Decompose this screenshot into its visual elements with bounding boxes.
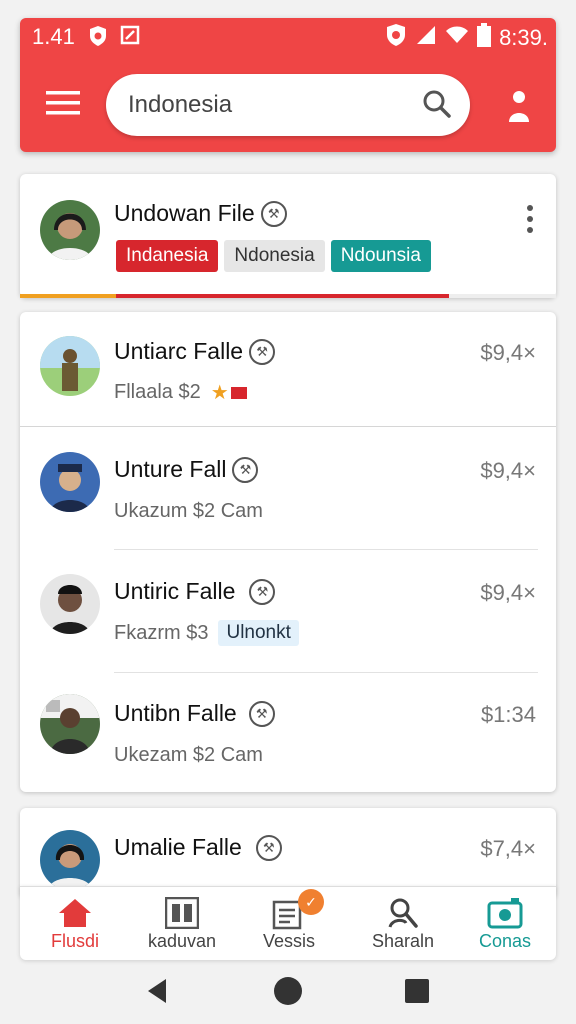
shield-icon <box>88 25 108 53</box>
featured-card[interactable]: Undowan File ⚒ Indanesia Ndonesia Ndouns… <box>20 174 556 298</box>
more-options-icon[interactable] <box>526 204 534 239</box>
list-item[interactable]: Untiric Falle ⚒ $9,4× Fkazrm $3 Ulnonkt <box>20 550 556 672</box>
item-title: Untibn Falle ⚒ <box>114 700 275 727</box>
app-bar: 1.41 8:39. <box>20 18 556 152</box>
avatar <box>40 452 100 512</box>
battery-icon <box>477 23 492 53</box>
nav-item-search[interactable]: Sharaln <box>348 895 458 952</box>
avatar <box>40 694 100 754</box>
item-price: $9,4× <box>480 458 536 483</box>
file-list: Untiarc Falle ⚒ $9,4× Fllaala $2 ★ Untur… <box>20 312 556 792</box>
person-search-icon <box>348 895 458 931</box>
file-card-partial[interactable]: Umalie Falle ⚒ $7,4× <box>20 808 556 898</box>
search-input[interactable] <box>128 88 408 122</box>
verified-badge-icon: ⚒ <box>249 338 276 365</box>
avatar <box>40 336 100 396</box>
flag-icon <box>230 386 247 399</box>
tag-chip[interactable]: Ndounsia <box>330 240 431 272</box>
star-icon: ★ <box>210 382 229 404</box>
avatar <box>40 200 100 260</box>
tag-chip[interactable]: Ndonesia <box>224 240 325 272</box>
item-subtitle: Ukezam $2 Cam <box>114 744 263 766</box>
verified-badge-icon: ⚒ <box>260 200 287 227</box>
battery-text: 8:39. <box>499 25 548 50</box>
nav-item-home[interactable]: Flusdi <box>20 895 130 952</box>
search-bar[interactable] <box>106 74 470 136</box>
status-time: 1.41 <box>32 24 75 49</box>
item-subtitle-text: Fkazrm $3 <box>114 621 209 644</box>
menu-icon[interactable] <box>46 90 80 121</box>
library-icon <box>127 895 237 931</box>
item-title-text: Umalie Falle <box>114 834 242 860</box>
tag-chip[interactable]: Ulnonkt <box>218 620 299 646</box>
avatar <box>40 574 100 634</box>
list-item[interactable]: Untibn Falle ⚒ $1:34 Ukezam $2 Cam <box>20 674 556 792</box>
home-icon <box>20 895 130 931</box>
nav-item-camera[interactable]: Conas <box>450 895 560 952</box>
search-icon[interactable] <box>422 89 452 124</box>
divider <box>114 672 538 673</box>
nav-label: kaduvan <box>147 931 217 951</box>
item-price: $1:34 <box>480 702 536 727</box>
featured-title-text: Undowan File <box>114 200 255 226</box>
nav-label: Vessis <box>262 931 316 951</box>
tag-list: Indanesia Ndonesia Ndounsia <box>116 240 431 272</box>
item-title: Untiarc Falle ⚒ <box>114 338 276 365</box>
item-subtitle: Ukazum $2 Cam <box>114 500 263 522</box>
divider <box>20 426 556 427</box>
item-title: Umalie Falle ⚒ <box>114 834 282 861</box>
back-icon[interactable] <box>146 978 168 1009</box>
document-icon: ✓ <box>234 889 344 931</box>
item-price: $7,4× <box>480 836 536 861</box>
nav-label: Flusdi <box>50 931 99 951</box>
recents-icon[interactable] <box>404 978 430 1009</box>
home-button-icon[interactable] <box>273 976 303 1011</box>
nav-item-documents[interactable]: ✓ Vessis <box>234 889 344 952</box>
verified-badge-icon: ⚒ <box>232 456 259 483</box>
status-bar: 1.41 8:39. <box>20 18 556 58</box>
verified-badge-icon: ⚒ <box>255 834 282 861</box>
wifi-icon <box>445 25 469 51</box>
avatar <box>40 830 100 890</box>
verified-badge-icon: ⚒ <box>249 578 276 605</box>
item-subtitle: Fkazrm $3 Ulnonkt <box>114 620 299 646</box>
notification-badge: ✓ <box>298 889 324 915</box>
system-navigation-bar <box>0 960 576 1024</box>
item-title-text: Unture Fall <box>114 456 227 482</box>
nav-label: Sharaln <box>371 931 435 951</box>
item-title-text: Untiric Falle <box>114 578 236 604</box>
verified-badge-icon: ⚒ <box>248 700 275 727</box>
cell-signal-icon <box>415 24 437 52</box>
tag-chip[interactable]: Indanesia <box>116 240 219 272</box>
item-title: Untiric Falle ⚒ <box>114 578 276 605</box>
item-subtitle: Fllaala $2 ★ <box>114 380 247 405</box>
list-item[interactable]: Untiarc Falle ⚒ $9,4× Fllaala $2 ★ <box>20 312 556 426</box>
camera-icon <box>450 895 560 931</box>
item-price: $9,4× <box>480 340 536 365</box>
item-title-text: Untiarc Falle <box>114 338 244 364</box>
profile-icon[interactable] <box>508 88 530 127</box>
nav-label: Conas <box>478 931 532 951</box>
item-subtitle-text: Fllaala $2 <box>114 381 201 403</box>
screenshot-icon <box>120 25 140 51</box>
bottom-navigation: Flusdi kaduvan ✓ Vessis Sharaln Conas <box>20 886 556 960</box>
item-title-text: Untibn Falle <box>114 700 237 726</box>
vpn-shield-icon <box>385 23 407 53</box>
item-price: $9,4× <box>480 580 536 605</box>
nav-item-library[interactable]: kaduvan <box>127 895 237 952</box>
progress-bar <box>20 294 556 298</box>
featured-title: Undowan File ⚒ <box>114 200 287 227</box>
item-title: Unture Fall ⚒ <box>114 456 259 483</box>
list-item[interactable]: Unture Fall ⚒ $9,4× Ukazum $2 Cam <box>20 428 556 548</box>
